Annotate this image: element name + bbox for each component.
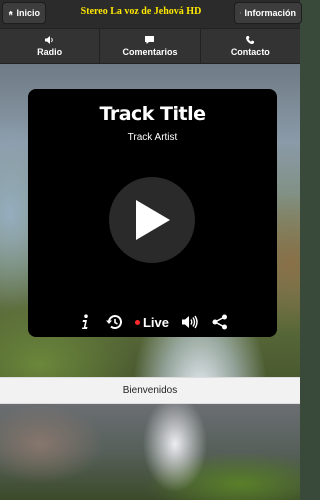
play-icon (136, 200, 170, 240)
track-title: Track Title (99, 103, 206, 125)
share-button[interactable] (211, 311, 229, 333)
home-button[interactable]: Inicio (2, 2, 46, 24)
history-button[interactable] (104, 311, 124, 333)
nav-item-label: Contacto (230, 47, 270, 57)
main-nav: Radio Comentarios Contacto (0, 28, 300, 64)
speaker-icon (45, 36, 53, 44)
live-label: Live (142, 314, 169, 330)
nav-item-comentarios[interactable]: Comentarios (100, 29, 201, 63)
info-icon (82, 314, 88, 329)
background-waterfall-image-lower (0, 404, 300, 500)
player-controls: Live (28, 311, 277, 333)
info-button-label: Información (244, 8, 296, 18)
info-button[interactable]: Información (234, 2, 302, 24)
live-dot-icon (135, 319, 140, 325)
volume-button[interactable] (180, 311, 200, 333)
track-artist: Track Artist (127, 132, 178, 143)
nav-item-contacto[interactable]: Contacto (201, 29, 300, 63)
welcome-banner: Bienvenidos (0, 377, 300, 404)
info-control-button[interactable] (78, 311, 92, 333)
volume-icon (182, 315, 198, 329)
home-icon (8, 10, 13, 16)
history-icon (106, 315, 122, 330)
home-button-label: Inicio (16, 8, 40, 18)
station-title: Stereo La voz de Jehová HD (80, 6, 202, 17)
comment-icon (145, 36, 155, 44)
phone-icon (246, 36, 255, 45)
nav-item-radio[interactable]: Radio (0, 29, 101, 63)
audio-player-card: Track Title Track Artist Live (28, 89, 277, 337)
share-icon (212, 314, 227, 330)
live-indicator: Live (135, 311, 169, 333)
nav-item-label: Comentarios (122, 47, 178, 57)
top-header-bar: Inicio Stereo La voz de Jehová HD Inform… (0, 0, 302, 28)
nav-item-label: Radio (37, 47, 63, 57)
play-button[interactable] (109, 177, 195, 263)
search-icon (240, 12, 242, 14)
